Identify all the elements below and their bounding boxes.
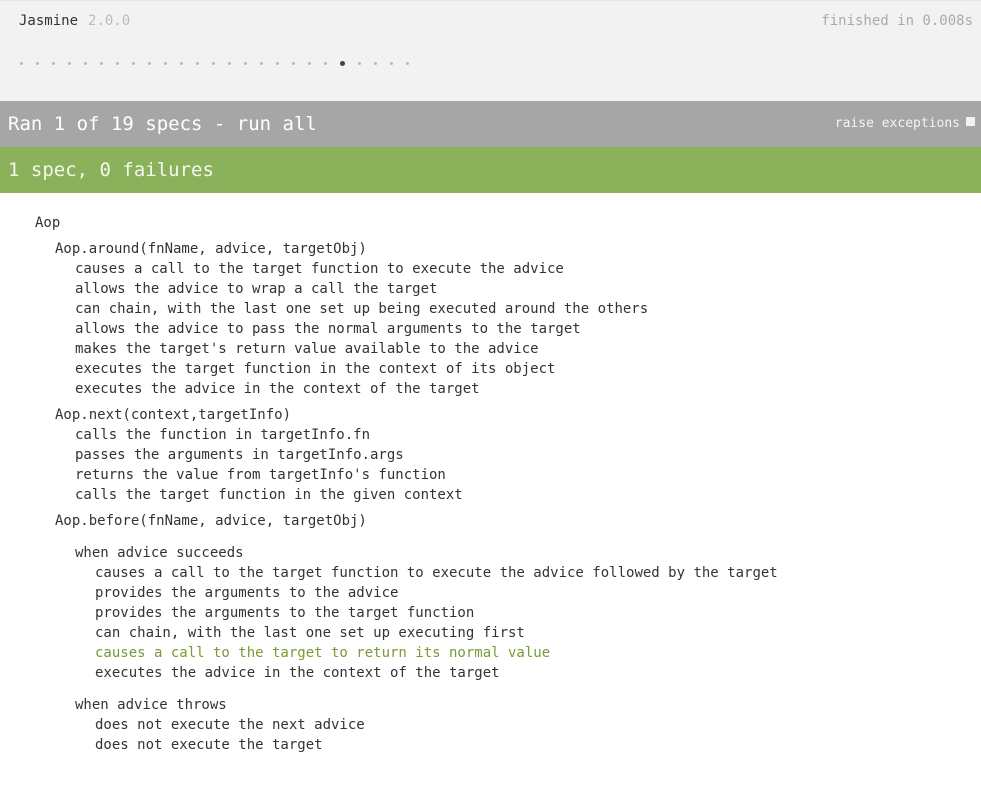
specs-around: causes a call to the target function to … bbox=[55, 259, 981, 399]
spec-item[interactable]: executes the advice in the context of th… bbox=[75, 379, 981, 399]
spec-symbol-disabled[interactable] bbox=[132, 61, 135, 65]
spec-symbol-disabled[interactable] bbox=[20, 61, 23, 65]
suite-title-aop[interactable]: Aop bbox=[35, 213, 981, 233]
spec-symbol-disabled[interactable] bbox=[374, 61, 377, 65]
spec-symbol-disabled[interactable] bbox=[100, 61, 103, 65]
spec-item[interactable]: makes the target's return value availabl… bbox=[75, 339, 981, 359]
suite-title-before[interactable]: Aop.before(fnName, advice, targetObj) bbox=[55, 511, 981, 531]
spec-item[interactable]: does not execute the next advice bbox=[95, 715, 981, 735]
spec-item[interactable]: calls the function in targetInfo.fn bbox=[75, 425, 981, 445]
spec-item[interactable]: allows the advice to wrap a call the tar… bbox=[75, 279, 981, 299]
spec-symbol-disabled[interactable] bbox=[324, 61, 327, 65]
suite-aop-next: Aop.next(context,targetInfo) calls the f… bbox=[35, 405, 981, 511]
spec-symbol-disabled[interactable] bbox=[390, 61, 393, 65]
spec-item[interactable]: allows the advice to pass the normal arg… bbox=[75, 319, 981, 339]
suite-aop-before: Aop.before(fnName, advice, targetObj) wh… bbox=[35, 511, 981, 755]
suite-aop: Aop Aop.around(fnName, advice, targetObj… bbox=[35, 213, 981, 755]
suite-title-throws[interactable]: when advice throws bbox=[75, 695, 981, 715]
run-duration: finished in 0.008s bbox=[821, 13, 973, 29]
spec-item[interactable]: executes the advice in the context of th… bbox=[95, 663, 981, 683]
spec-item[interactable]: executes the target function in the cont… bbox=[75, 359, 981, 379]
suite-before-succeeds: when advice succeeds causes a call to th… bbox=[55, 543, 981, 695]
spec-item[interactable]: causes a call to the target function to … bbox=[95, 563, 981, 583]
specs-succeeds: causes a call to the target function to … bbox=[75, 563, 981, 683]
spec-item[interactable]: can chain, with the last one set up bein… bbox=[75, 299, 981, 319]
raise-exceptions-label: raise exceptions bbox=[834, 116, 960, 131]
spec-symbol-disabled[interactable] bbox=[52, 61, 55, 65]
suite-title-around[interactable]: Aop.around(fnName, advice, targetObj) bbox=[55, 239, 981, 259]
raise-exceptions-toggle[interactable]: raise exceptions bbox=[835, 101, 975, 147]
jasmine-title: Jasmine 2.0.0 bbox=[19, 11, 130, 31]
spec-symbol-disabled[interactable] bbox=[406, 61, 409, 65]
status-bar: 1 spec, 0 failures bbox=[0, 147, 981, 193]
status-summary: 1 spec, 0 failures bbox=[8, 159, 214, 181]
spec-symbol-disabled[interactable] bbox=[116, 61, 119, 65]
suite-title-next[interactable]: Aop.next(context,targetInfo) bbox=[55, 405, 981, 425]
spec-symbol-disabled[interactable] bbox=[164, 61, 167, 65]
spec-item[interactable]: causes a call to the target function to … bbox=[75, 259, 981, 279]
spec-item[interactable]: calls the target function in the given c… bbox=[75, 485, 981, 505]
suite-before-throws: when advice throws does not execute the … bbox=[55, 695, 981, 755]
specs-throws: does not execute the next advice does not… bbox=[75, 715, 981, 755]
run-all-link[interactable]: Ran 1 of 19 specs - run all bbox=[8, 113, 317, 135]
suite-title-succeeds[interactable]: when advice succeeds bbox=[75, 543, 981, 563]
raise-exceptions-checkbox[interactable] bbox=[966, 116, 975, 126]
spec-item[interactable]: passes the arguments in targetInfo.args bbox=[75, 445, 981, 465]
spec-item[interactable]: provides the arguments to the target fun… bbox=[95, 603, 981, 623]
spec-symbol-disabled[interactable] bbox=[358, 61, 361, 65]
spec-symbol-disabled[interactable] bbox=[228, 61, 231, 65]
spec-item[interactable]: causes a call to the target to return it… bbox=[95, 643, 981, 663]
spec-symbol-disabled[interactable] bbox=[180, 61, 183, 65]
spec-symbol-disabled[interactable] bbox=[308, 61, 311, 65]
suite-aop-around: Aop.around(fnName, advice, targetObj) ca… bbox=[35, 239, 981, 405]
spec-symbol-disabled[interactable] bbox=[212, 61, 215, 65]
spec-item[interactable]: can chain, with the last one set up exec… bbox=[95, 623, 981, 643]
spec-symbol-disabled[interactable] bbox=[260, 61, 263, 65]
spec-symbol-passed[interactable] bbox=[340, 60, 345, 66]
spec-symbol-disabled[interactable] bbox=[244, 61, 247, 65]
spec-item[interactable]: returns the value from targetInfo's func… bbox=[75, 465, 981, 485]
spec-symbol-disabled[interactable] bbox=[276, 61, 279, 65]
spec-symbol-disabled[interactable] bbox=[148, 61, 151, 65]
jasmine-banner: Jasmine 2.0.0 finished in 0.008s bbox=[0, 0, 981, 101]
spec-item[interactable]: does not execute the target bbox=[95, 735, 981, 755]
specs-next: calls the function in targetInfo.fn passe… bbox=[55, 425, 981, 505]
spec-item[interactable]: provides the arguments to the advice bbox=[95, 583, 981, 603]
spec-symbol-disabled[interactable] bbox=[292, 61, 295, 65]
spec-symbol-disabled[interactable] bbox=[68, 61, 71, 65]
framework-name: Jasmine bbox=[19, 13, 79, 29]
results-tree: Aop Aop.around(fnName, advice, targetObj… bbox=[0, 193, 981, 755]
spec-symbols bbox=[20, 58, 422, 68]
spec-symbol-disabled[interactable] bbox=[84, 61, 87, 65]
spec-symbol-disabled[interactable] bbox=[196, 61, 199, 65]
spec-symbol-disabled[interactable] bbox=[36, 61, 39, 65]
skipped-bar: Ran 1 of 19 specs - run all raise except… bbox=[0, 101, 981, 147]
framework-version: 2.0.0 bbox=[88, 13, 131, 29]
